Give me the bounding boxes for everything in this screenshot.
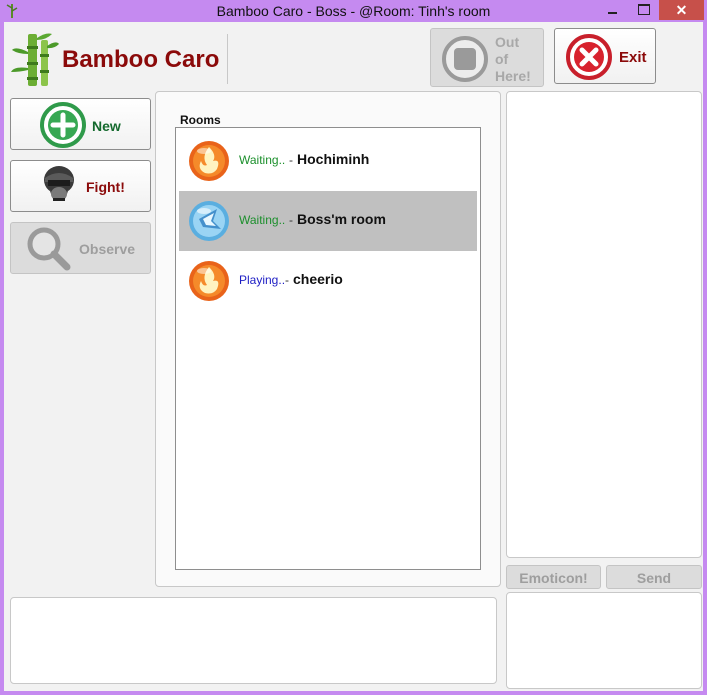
out-of-here-label: Out of Here!	[495, 34, 531, 85]
ice-orb-icon	[189, 201, 229, 241]
room-status: Playing..	[239, 273, 286, 287]
fight-button[interactable]: Fight!	[10, 160, 151, 212]
logo-divider	[227, 34, 228, 84]
fire-orb-icon	[189, 141, 229, 181]
logo-text: Bamboo Caro	[62, 46, 220, 73]
observe-button[interactable]: Observe	[10, 222, 151, 274]
close-circle-icon	[566, 34, 612, 80]
room-separator: -	[289, 153, 293, 167]
room-separator: -	[289, 213, 293, 227]
room-item-hochiminh[interactable]: Waiting.. - Hochiminh	[179, 131, 477, 191]
out-label-line-2: of	[495, 51, 509, 67]
room-separator: -	[285, 273, 289, 287]
chat-input[interactable]	[506, 592, 702, 689]
send-button[interactable]: Send	[606, 565, 702, 589]
chat-messages-panel[interactable]	[506, 91, 702, 558]
rooms-panel: Rooms Waiting.. - Hochiminh Waiting.. - …	[155, 91, 501, 587]
maximize-button[interactable]	[630, 0, 656, 20]
close-button[interactable]: ✕	[659, 0, 704, 20]
rooms-title: Rooms	[180, 113, 221, 127]
room-status: Waiting..	[239, 153, 286, 167]
room-name: Boss'm room	[297, 211, 386, 227]
room-status: Waiting..	[239, 213, 286, 227]
emoticon-button[interactable]: Emoticon!	[506, 565, 601, 589]
room-item-cheerio[interactable]: Playing.. - cheerio	[179, 251, 477, 311]
room-list[interactable]: Waiting.. - Hochiminh Waiting.. - Boss'm…	[175, 127, 481, 570]
main-window: Bamboo Caro Out of Here! Exit New Fight!…	[4, 22, 703, 691]
out-of-here-button[interactable]: Out of Here!	[430, 28, 544, 87]
new-label: New	[92, 118, 121, 134]
helmet-icon	[44, 166, 74, 201]
exit-label: Exit	[619, 49, 647, 66]
room-name: Hochiminh	[297, 151, 370, 167]
out-label-line-1: Out	[495, 34, 520, 50]
bamboo-icon	[11, 33, 59, 86]
room-item-boss-room[interactable]: Waiting.. - Boss'm room	[179, 191, 477, 251]
plus-circle-icon	[40, 102, 86, 148]
room-name: cheerio	[293, 271, 343, 287]
logo: Bamboo Caro	[10, 32, 230, 88]
minimize-button[interactable]	[600, 0, 626, 20]
info-panel	[10, 597, 497, 684]
stop-icon	[442, 36, 488, 82]
send-label: Send	[636, 570, 672, 586]
title-bar: Bamboo Caro - Boss - @Room: Tinh's room …	[0, 0, 707, 22]
observe-label: Observe	[79, 241, 136, 257]
fire-orb-icon	[189, 261, 229, 301]
emoticon-label: Emoticon!	[519, 570, 588, 586]
out-label-line-3: Here!	[495, 68, 531, 84]
magnifier-icon	[27, 227, 71, 271]
new-room-button[interactable]: New	[10, 98, 151, 150]
exit-button[interactable]: Exit	[554, 28, 656, 84]
fight-label: Fight!	[86, 179, 125, 195]
